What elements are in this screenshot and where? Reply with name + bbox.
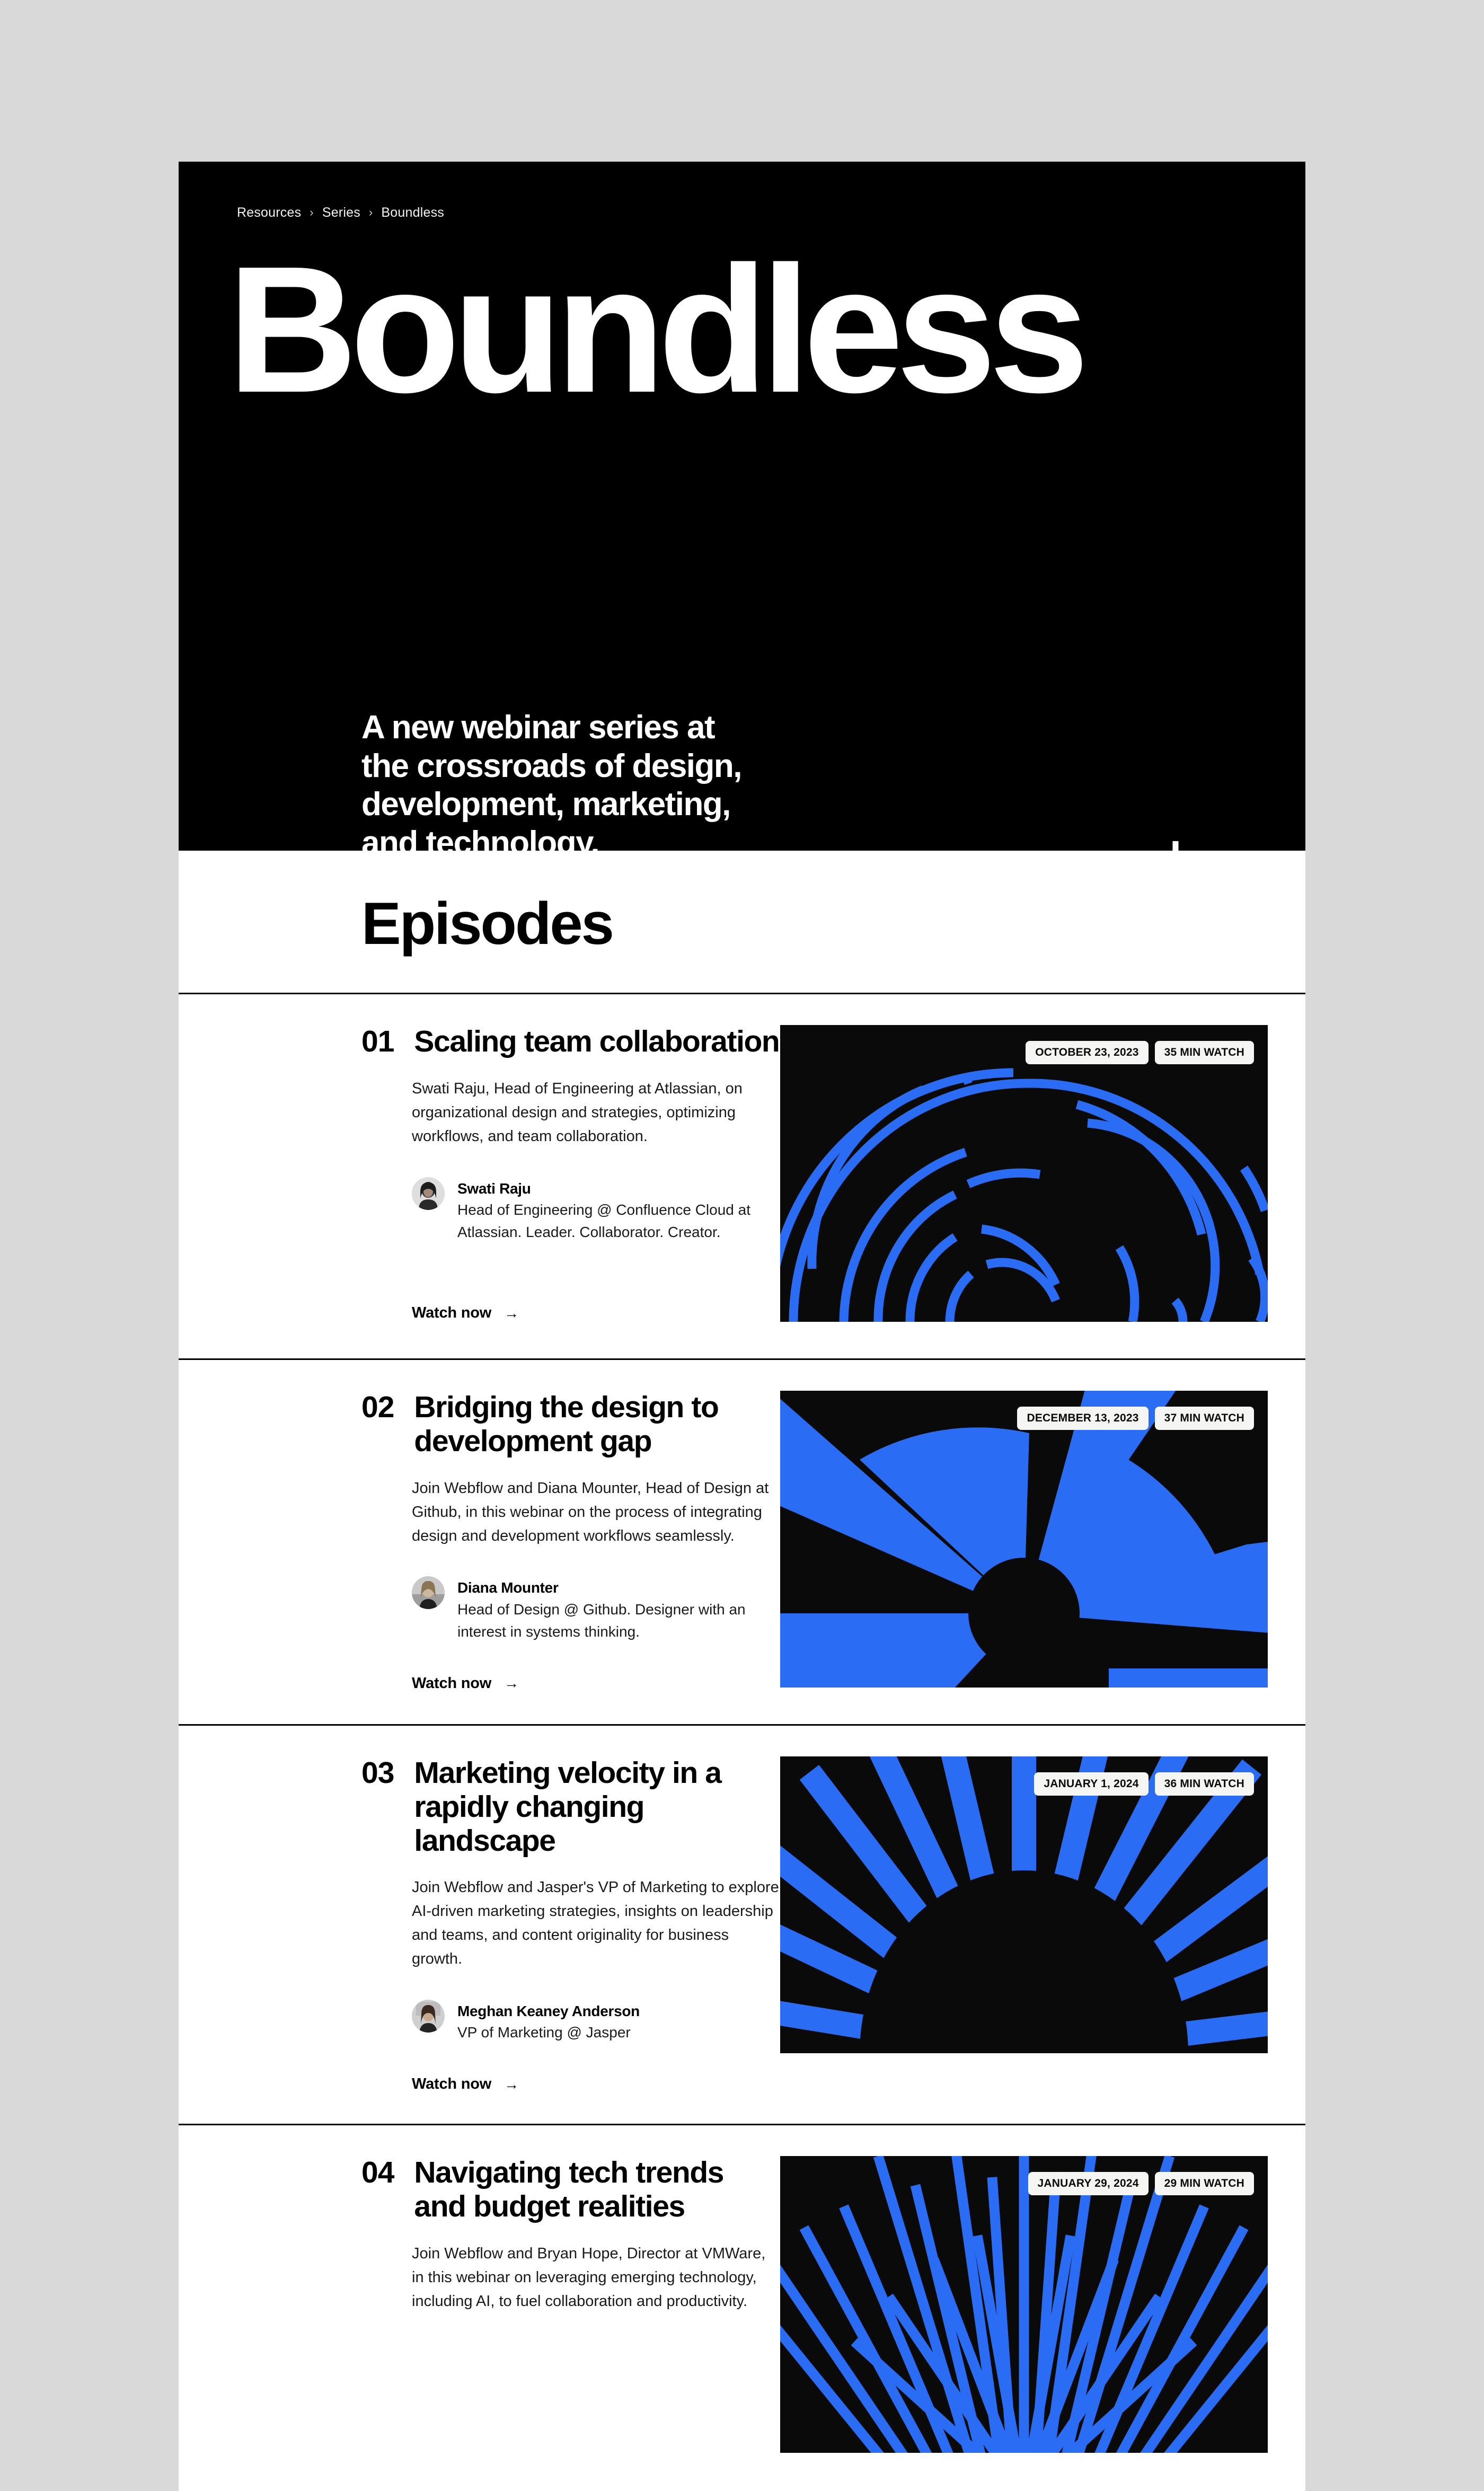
breadcrumb-separator-icon: › <box>310 205 314 219</box>
episode-speaker: Diana Mounter Head of Design @ Github. D… <box>412 1576 780 1642</box>
thumbnail-badges: OCTOBER 23, 2023 35 MIN WATCH <box>1026 1041 1254 1064</box>
page-container: Resources › Series › Boundless Boundless… <box>179 162 1305 2491</box>
duration-badge: 36 MIN WATCH <box>1154 1772 1254 1796</box>
speaker-name: Meghan Keaney Anderson <box>457 2003 640 2020</box>
episode-header: 04 Navigating tech trends and budget rea… <box>361 2156 780 2224</box>
episode-title[interactable]: Marketing velocity in a rapidly changing… <box>414 1756 780 1858</box>
breadcrumb-item-boundless[interactable]: Boundless <box>381 205 444 220</box>
episode-description: Swati Raju, Head of Engineering at Atlas… <box>412 1080 743 1145</box>
episode-details: 03 Marketing velocity in a rapidly chang… <box>361 1756 780 2093</box>
speaker-name: Diana Mounter <box>457 1579 559 1596</box>
arrow-right-icon: → <box>504 1675 519 1692</box>
episode-card: 02 Bridging the design to development ga… <box>179 1360 1305 1726</box>
thumbnail-badges: JANUARY 29, 2024 29 MIN WATCH <box>1028 2172 1254 2196</box>
episode-number: 03 <box>361 1756 394 1790</box>
episode-card: 03 Marketing velocity in a rapidly chang… <box>179 1726 1305 2126</box>
breadcrumb-item-series[interactable]: Series <box>322 205 360 220</box>
episode-number: 04 <box>361 2156 394 2190</box>
date-badge: JANUARY 1, 2024 <box>1034 1772 1149 1796</box>
date-badge: JANUARY 29, 2024 <box>1028 2172 1149 2196</box>
burst-lines-artwork <box>780 2156 1268 2453</box>
hero-section: Resources › Series › Boundless Boundless… <box>179 162 1305 886</box>
episode-details: 02 Bridging the design to development ga… <box>361 1390 780 1692</box>
speaker-bio: VP of Marketing @ Jasper <box>457 2024 631 2041</box>
episode-thumbnail[interactable]: JANUARY 1, 2024 36 MIN WATCH <box>780 1756 1268 2053</box>
speaker-info: Swati Raju Head of Engineering @ Conflue… <box>457 1177 780 1243</box>
episode-thumbnail[interactable]: JANUARY 29, 2024 29 MIN WATCH <box>780 2156 1268 2453</box>
hero-subtitle: A new webinar series at the crossroads of… <box>361 709 743 861</box>
duration-badge: 29 MIN WATCH <box>1154 2172 1254 2196</box>
avatar <box>412 1177 445 1210</box>
watch-now-label: Watch now <box>412 1674 492 1692</box>
thumbnail-badges: DECEMBER 13, 2023 37 MIN WATCH <box>1017 1407 1254 1430</box>
avatar <box>412 2000 445 2033</box>
episode-header: 02 Bridging the design to development ga… <box>361 1390 780 1459</box>
episode-card: 01 Scaling team collaboration Swati Raju… <box>179 994 1305 1360</box>
episode-details: 01 Scaling team collaboration Swati Raju… <box>361 1024 780 1322</box>
speaker-bio: Head of Engineering @ Confluence Cloud a… <box>457 1201 750 1240</box>
episode-thumbnail[interactable]: OCTOBER 23, 2023 35 MIN WATCH <box>780 1025 1268 1322</box>
breadcrumb-item-resources[interactable]: Resources <box>237 205 301 220</box>
episode-header: 03 Marketing velocity in a rapidly chang… <box>361 1756 780 1858</box>
arrow-down-icon[interactable] <box>1159 839 1192 887</box>
episode-description: Join Webflow and Diana Mounter, Head of … <box>412 1479 769 1544</box>
page-title: Boundless <box>227 229 1089 430</box>
speaker-name: Swati Raju <box>457 1180 531 1197</box>
episodes-heading-block: Episodes <box>179 851 1305 994</box>
episode-number: 01 <box>361 1024 394 1058</box>
date-badge: DECEMBER 13, 2023 <box>1017 1407 1149 1430</box>
episode-speaker: Swati Raju Head of Engineering @ Conflue… <box>412 1177 780 1243</box>
episode-title[interactable]: Bridging the design to development gap <box>414 1390 780 1459</box>
avatar <box>412 1576 445 1610</box>
episode-number: 02 <box>361 1390 394 1424</box>
arrow-right-icon: → <box>504 1304 519 1321</box>
episode-title[interactable]: Scaling team collaboration <box>414 1024 780 1059</box>
watch-now-label: Watch now <box>412 2075 492 2093</box>
episode-description: Join Webflow and Bryan Hope, Director at… <box>412 2245 766 2310</box>
breadcrumb: Resources › Series › Boundless <box>179 162 1305 220</box>
episode-details: 04 Navigating tech trends and budget rea… <box>361 2156 780 2453</box>
episode-title[interactable]: Navigating tech trends and budget realit… <box>414 2156 780 2224</box>
thumbnail-badges: JANUARY 1, 2024 36 MIN WATCH <box>1034 1772 1254 1796</box>
speaker-info: Diana Mounter Head of Design @ Github. D… <box>457 1576 780 1642</box>
duration-badge: 37 MIN WATCH <box>1154 1407 1254 1430</box>
arrow-right-icon: → <box>504 2075 519 2092</box>
episodes-heading: Episodes <box>361 890 614 957</box>
episode-card: 04 Navigating tech trends and budget rea… <box>179 2125 1305 2491</box>
duration-badge: 35 MIN WATCH <box>1154 1041 1254 1064</box>
episode-thumbnail[interactable]: DECEMBER 13, 2023 37 MIN WATCH <box>780 1391 1268 1688</box>
watch-now-label: Watch now <box>412 1304 492 1321</box>
date-badge: OCTOBER 23, 2023 <box>1026 1041 1149 1064</box>
breadcrumb-separator-icon: › <box>368 205 373 219</box>
sun-rays-artwork <box>780 1756 1268 2053</box>
watch-now-link[interactable]: Watch now → <box>412 1643 519 1692</box>
episode-speaker: Meghan Keaney Anderson VP of Marketing @… <box>412 2000 780 2044</box>
radial-wedges-artwork <box>780 1391 1268 1688</box>
speaker-info: Meghan Keaney Anderson VP of Marketing @… <box>457 2000 640 2044</box>
concentric-arcs-artwork <box>780 1025 1268 1322</box>
episode-header: 01 Scaling team collaboration <box>361 1024 780 1059</box>
watch-now-link[interactable]: Watch now → <box>412 1273 519 1322</box>
episode-description: Join Webflow and Jasper's VP of Marketin… <box>412 1879 779 1968</box>
watch-now-link[interactable]: Watch now → <box>412 2044 519 2093</box>
speaker-bio: Head of Design @ Github. Designer with a… <box>457 1601 746 1640</box>
